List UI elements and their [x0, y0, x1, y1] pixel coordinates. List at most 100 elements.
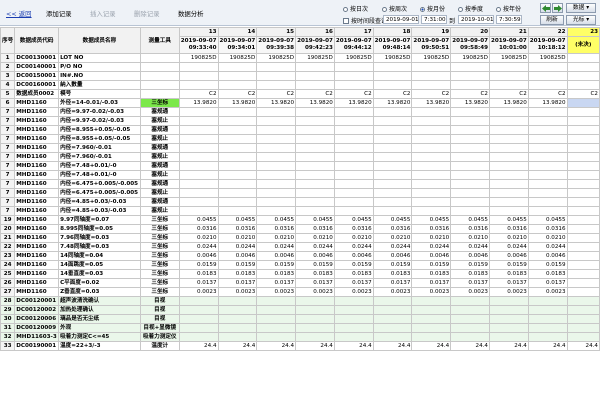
- value-cell[interactable]: 0.0046: [295, 251, 335, 261]
- value-cell[interactable]: [488, 107, 529, 117]
- value-cell[interactable]: [333, 80, 374, 90]
- value-cell[interactable]: C2: [411, 89, 452, 99]
- value-cell[interactable]: [527, 71, 568, 81]
- table-row[interactable]: 4 DC00160001 納入數量: [0, 80, 600, 90]
- value-cell[interactable]: [333, 143, 374, 153]
- value-cell[interactable]: [295, 323, 335, 333]
- value-cell[interactable]: 0.0023: [178, 287, 219, 297]
- row-tool-cell[interactable]: [139, 62, 180, 72]
- back-button[interactable]: << 返回: [6, 9, 32, 18]
- value-cell[interactable]: [450, 188, 490, 198]
- row-tool-cell[interactable]: 三坐标: [139, 260, 180, 270]
- value-cell[interactable]: 0.0316: [527, 224, 568, 234]
- row-seq-cell[interactable]: 4: [0, 80, 16, 90]
- value-cell[interactable]: [488, 296, 529, 306]
- value-cell[interactable]: 0.0023: [450, 287, 490, 297]
- value-cell[interactable]: [488, 62, 529, 72]
- value-cell[interactable]: [178, 62, 219, 72]
- value-cell[interactable]: [527, 116, 568, 126]
- value-cell[interactable]: [178, 161, 219, 171]
- value-cell[interactable]: [450, 197, 490, 207]
- row-code-cell[interactable]: MHD1160: [14, 179, 60, 189]
- row-code-cell[interactable]: MHD1160: [14, 251, 60, 261]
- value-cell[interactable]: 0.0316: [178, 224, 219, 234]
- value-cell[interactable]: [217, 152, 258, 162]
- row-name-cell[interactable]: 内径=9.97-0.02/-0.03: [58, 107, 141, 117]
- table-row[interactable]: 26 MHD1160 C平面度=0.02 三坐标 0.0137 0.0137 0.0137 0…: [0, 278, 600, 288]
- value-cell[interactable]: 24.4: [178, 341, 219, 351]
- row-seq-cell[interactable]: 27: [0, 287, 16, 297]
- row-name-cell[interactable]: 超声波清洗确认: [58, 296, 141, 306]
- table-row[interactable]: 27 MHD1160 Z垂直度=0.03 三坐标 0.0023 0.0023 0.0023 0…: [0, 287, 600, 297]
- row-seq-cell[interactable]: 7: [0, 188, 16, 198]
- value-cell[interactable]: 24.4: [256, 341, 297, 351]
- value-cell[interactable]: [411, 314, 452, 324]
- value-cell[interactable]: [333, 323, 374, 333]
- value-cell[interactable]: 0.0455: [333, 215, 374, 225]
- value-cell[interactable]: 0.0183: [372, 269, 413, 279]
- value-cell[interactable]: [217, 170, 258, 180]
- value-cell[interactable]: [295, 188, 335, 198]
- row-name-cell[interactable]: 内径=4.85+0.03/-0.03: [58, 197, 141, 207]
- value-cell[interactable]: [450, 62, 490, 72]
- time-from-input[interactable]: 7:31:00: [421, 15, 447, 24]
- value-cell[interactable]: [527, 107, 568, 117]
- value-cell[interactable]: [450, 161, 490, 171]
- value-cell[interactable]: 190825D: [411, 53, 452, 63]
- value-cell[interactable]: [566, 107, 600, 117]
- value-cell[interactable]: [178, 206, 219, 216]
- value-cell[interactable]: [488, 116, 529, 126]
- value-cell[interactable]: 0.0159: [372, 260, 413, 270]
- table-row[interactable]: 28 DC00120001 超声波清洗确认 目视: [0, 296, 600, 306]
- value-cell[interactable]: 0.0244: [411, 242, 452, 252]
- value-cell[interactable]: [256, 143, 297, 153]
- value-cell[interactable]: [333, 116, 374, 126]
- value-cell[interactable]: [566, 224, 600, 234]
- row-tool-cell[interactable]: 塞规止: [139, 116, 180, 126]
- row-name-cell[interactable]: 8.995同轴度=0.05: [58, 224, 141, 234]
- value-cell[interactable]: [411, 125, 452, 135]
- row-name-cell[interactable]: 内径=9.97-0.02/-0.03: [58, 116, 141, 126]
- row-tool-cell[interactable]: [139, 71, 180, 81]
- value-cell[interactable]: 0.0137: [256, 278, 297, 288]
- row-seq-cell[interactable]: 31: [0, 323, 16, 333]
- value-cell[interactable]: [217, 161, 258, 171]
- value-cell[interactable]: [411, 161, 452, 171]
- value-cell[interactable]: [178, 314, 219, 324]
- row-tool-cell[interactable]: 目视: [139, 305, 180, 315]
- row-seq-cell[interactable]: 7: [0, 161, 16, 171]
- value-cell[interactable]: [256, 296, 297, 306]
- row-seq-cell[interactable]: 7: [0, 179, 16, 189]
- value-cell[interactable]: [372, 296, 413, 306]
- value-cell[interactable]: [450, 71, 490, 81]
- date-to-input[interactable]: 2019-10-01: [458, 15, 494, 24]
- value-cell[interactable]: [566, 125, 600, 135]
- row-code-cell[interactable]: MHD1160: [14, 116, 60, 126]
- value-cell[interactable]: 13.9820: [411, 98, 452, 108]
- value-cell[interactable]: 0.0137: [178, 278, 219, 288]
- value-cell[interactable]: [372, 116, 413, 126]
- refresh-button[interactable]: 刷新: [540, 15, 564, 25]
- value-cell[interactable]: [217, 323, 258, 333]
- value-cell[interactable]: [178, 197, 219, 207]
- value-cell[interactable]: 24.4: [217, 341, 258, 351]
- table-row[interactable]: 7 MHD1160 内径=6.475+0.005/-0.005 塞规通: [0, 179, 600, 189]
- value-cell[interactable]: [566, 152, 600, 162]
- value-cell[interactable]: [488, 134, 529, 144]
- value-cell[interactable]: [450, 296, 490, 306]
- row-tool-cell[interactable]: [139, 80, 180, 90]
- table-row[interactable]: 7 MHD1160 内径=8.955+0.05/-0.05 塞规止: [0, 134, 600, 144]
- value-cell[interactable]: 0.0159: [256, 260, 297, 270]
- value-cell[interactable]: 190825D: [178, 53, 219, 63]
- value-cell[interactable]: [178, 332, 219, 342]
- value-cell[interactable]: 0.0210: [372, 233, 413, 243]
- value-cell[interactable]: [217, 206, 258, 216]
- value-cell[interactable]: 190825D: [256, 53, 297, 63]
- value-cell[interactable]: 24.4: [411, 341, 452, 351]
- value-cell[interactable]: 0.0023: [527, 287, 568, 297]
- row-name-cell[interactable]: 加热处理确认: [58, 305, 141, 315]
- column-number-header[interactable]: 13: [178, 27, 219, 37]
- value-cell[interactable]: [527, 314, 568, 324]
- row-name-cell[interactable]: 外径=14-0.01/-0.03: [58, 98, 141, 108]
- value-cell[interactable]: [295, 62, 335, 72]
